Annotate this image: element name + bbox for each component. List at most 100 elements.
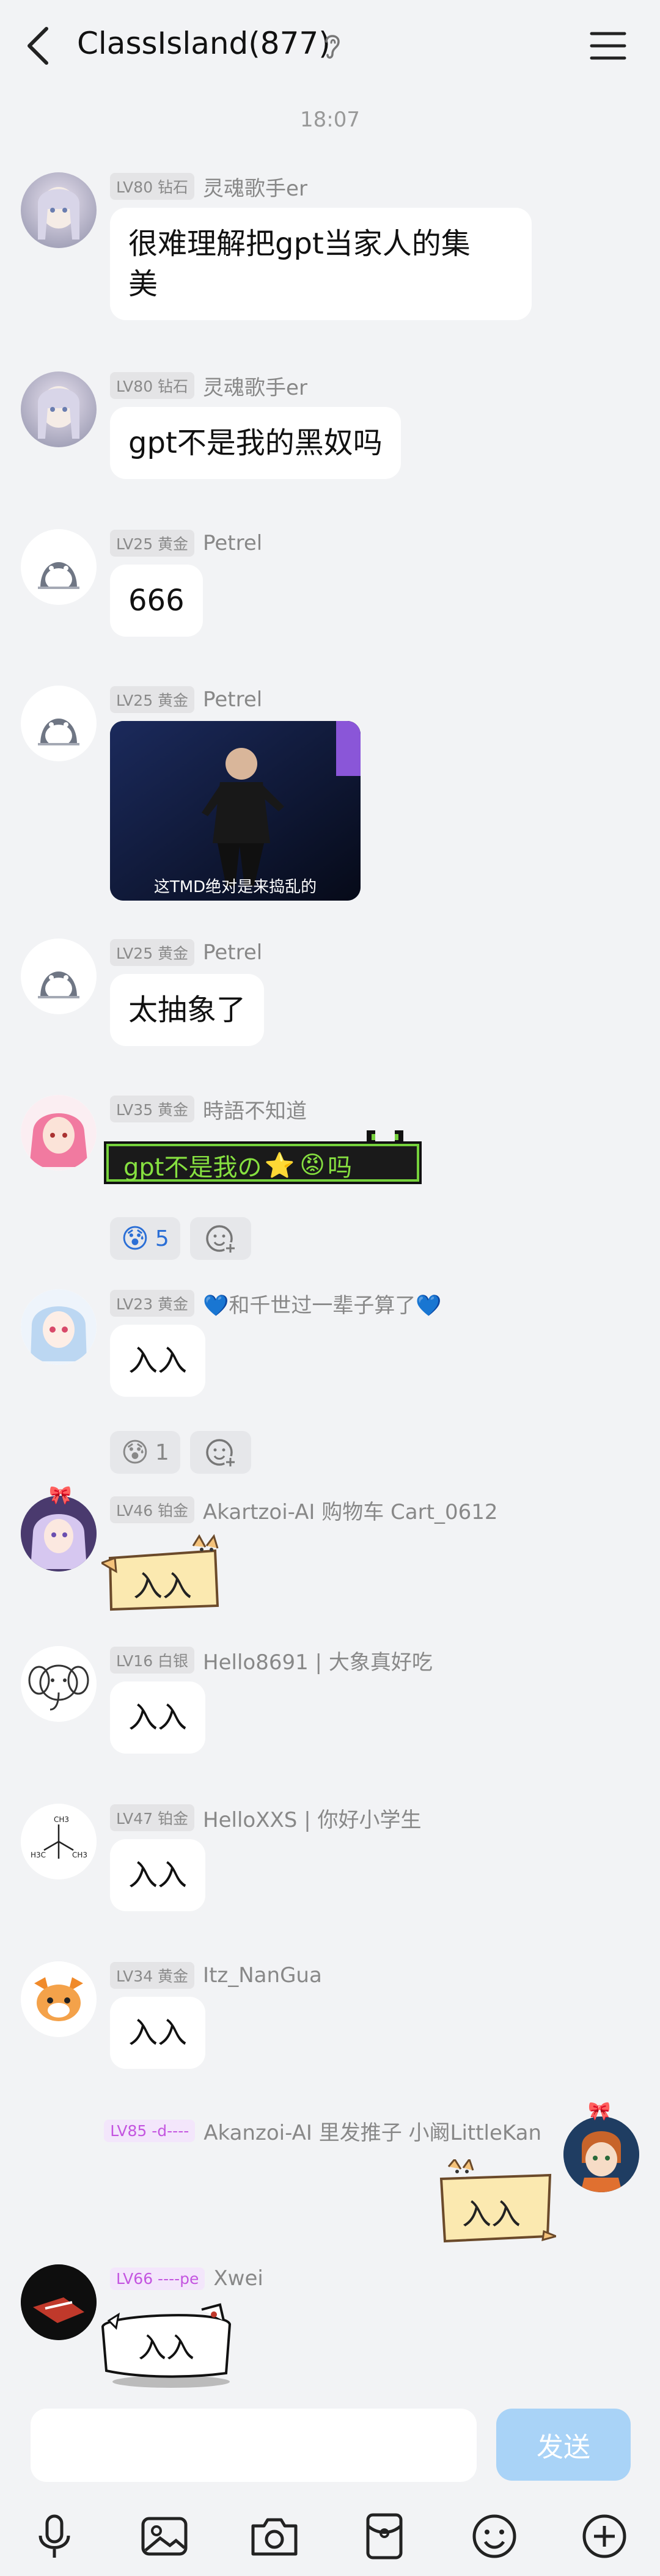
message-item: LV25 黄金 Petrel 太抽象了 bbox=[0, 939, 660, 1067]
level-badge: LV66 ----pe bbox=[110, 2267, 205, 2290]
sender-name[interactable]: Petrel bbox=[203, 531, 262, 555]
svg-text:CH3: CH3 bbox=[72, 1851, 87, 1859]
message-bubble[interactable]: 很难理解把gpt当家人的集 美 bbox=[110, 208, 532, 320]
message-bubble[interactable]: 入入 bbox=[110, 1325, 206, 1397]
sender-meta: LV25 黄金 Petrel bbox=[110, 686, 262, 714]
message-bubble[interactable]: 入入 bbox=[110, 1997, 206, 2069]
back-arrow-icon[interactable] bbox=[17, 21, 60, 70]
timestamp: 18:07 bbox=[300, 108, 360, 132]
add-reaction-button[interactable] bbox=[189, 1217, 251, 1260]
sender-name[interactable]: Akartzoi-AI 购物车 Cart_0612 bbox=[203, 1495, 497, 1525]
avatar-image bbox=[21, 1496, 97, 1572]
sender-meta: LV23 黄金 💙和千世过一辈子算了💙 bbox=[110, 1289, 442, 1319]
reaction-chip[interactable]: 😰 5 bbox=[110, 1217, 180, 1260]
elephant-avatar-image bbox=[21, 1646, 97, 1722]
bow-decoration-icon: 🎀 bbox=[588, 2101, 611, 2122]
sender-name[interactable]: Petrel bbox=[203, 687, 262, 712]
emoji-icon[interactable] bbox=[467, 2509, 522, 2564]
penguin-avatar-image bbox=[38, 719, 79, 747]
camera-icon[interactable] bbox=[247, 2509, 302, 2564]
chat-title[interactable]: ClassIsland(877) bbox=[77, 26, 331, 61]
sender-meta: LV46 铂金 Akartzoi-AI 购物车 Cart_0612 bbox=[110, 1496, 497, 1524]
message-bubble[interactable]: gpt不是我的黑奴吗 bbox=[110, 407, 401, 479]
sender-name[interactable]: Akanzoi-AI 里发推子 小阚LittleKan bbox=[204, 2116, 541, 2146]
message-item: LV16 白银 Hello8691 | 大象真好吃 入入 bbox=[0, 1646, 660, 1780]
message-item: LV23 黄金 💙和千世过一辈子算了💙 入入 😰 1 bbox=[0, 1289, 660, 1485]
level-badge: LV85 -d---- bbox=[104, 2119, 196, 2142]
message-item-self: LV85 -d---- Akanzoi-AI 里发推子 小阚LittleKan … bbox=[0, 2101, 660, 2257]
red-packet-icon[interactable] bbox=[357, 2509, 412, 2564]
avatar[interactable] bbox=[21, 2264, 97, 2340]
sticker-text-end: 吗 bbox=[327, 1154, 352, 1182]
sticker-text: gpt不是我の bbox=[123, 1154, 262, 1182]
message-item: CH3 H3C CH3 LV47 铂金 HelloXXS | 你好小学生 入入 bbox=[0, 1804, 660, 1938]
cat-sticker[interactable]: 入入 bbox=[434, 2159, 556, 2245]
avatar-image bbox=[563, 2117, 639, 2192]
sender-name[interactable]: 💙和千世过一辈子算了💙 bbox=[203, 1289, 442, 1319]
add-emoji-icon bbox=[206, 1225, 237, 1254]
message-item: LV80 钻石 灵魂歌手er gpt不是我的黑奴吗 bbox=[0, 371, 660, 500]
avatar[interactable] bbox=[21, 686, 97, 761]
avatar-image bbox=[21, 1095, 97, 1171]
avatar[interactable] bbox=[21, 529, 97, 605]
plus-icon[interactable] bbox=[577, 2509, 632, 2564]
sender-name[interactable]: Xwei bbox=[213, 2266, 263, 2291]
sticker-message[interactable]: 入入 bbox=[98, 2297, 238, 2389]
level-badge: LV23 黄金 bbox=[110, 1290, 195, 1317]
message-bubble[interactable]: 666 bbox=[110, 565, 203, 637]
avatar-image bbox=[21, 2264, 97, 2340]
sender-name[interactable]: 灵魂歌手er bbox=[203, 172, 307, 202]
cat-sticker[interactable]: 入入 bbox=[101, 1534, 224, 1613]
level-badge: LV46 铂金 bbox=[110, 1496, 195, 1523]
avatar[interactable] bbox=[21, 1961, 97, 2037]
reaction-count: 5 bbox=[155, 1226, 169, 1251]
penguin-avatar-image bbox=[38, 971, 79, 1000]
avatar[interactable] bbox=[21, 371, 97, 447]
message-bubble[interactable]: 入入 bbox=[110, 1681, 206, 1754]
fox-avatar-image bbox=[21, 1961, 97, 2037]
image-message[interactable]: 这TMD绝对是来捣乱的 bbox=[110, 721, 361, 901]
message-bubble[interactable]: 太抽象了 bbox=[110, 974, 265, 1046]
avatar[interactable] bbox=[21, 172, 97, 248]
fearful-emoji-icon: 😰 bbox=[121, 1223, 149, 1254]
sender-meta: LV34 黄金 Itz_NanGua bbox=[110, 1961, 322, 1989]
avatar[interactable] bbox=[21, 1095, 97, 1171]
sender-name[interactable]: Hello8691 | 大象真好吃 bbox=[203, 1645, 433, 1675]
image-caption: 这TMD绝对是来捣乱的 bbox=[153, 878, 317, 896]
sender-meta: LV80 钻石 灵魂歌手er bbox=[110, 172, 307, 202]
angry-emoji-icon: 😡 bbox=[299, 1151, 325, 1179]
add-reaction-button[interactable] bbox=[189, 1431, 251, 1474]
reaction-chip[interactable]: 😰 1 bbox=[110, 1431, 180, 1474]
sender-meta: LV25 黄金 Petrel bbox=[110, 939, 262, 967]
chat-header: ClassIsland(877) bbox=[0, 0, 660, 92]
message-item: LV34 黄金 Itz_NanGua 入入 bbox=[0, 1961, 660, 2096]
avatar[interactable]: CH3 H3C CH3 bbox=[21, 1804, 97, 1879]
message-input[interactable] bbox=[31, 2409, 477, 2482]
sticker-text: 入入 bbox=[133, 1569, 193, 1603]
message-bubble[interactable]: 入入 bbox=[110, 1839, 206, 1911]
avatar[interactable] bbox=[21, 1289, 97, 1365]
avatar-image bbox=[38, 386, 79, 439]
sender-name[interactable]: 時語不知道 bbox=[203, 1094, 307, 1124]
menu-icon[interactable] bbox=[587, 27, 629, 64]
sender-name[interactable]: 灵魂歌手er bbox=[203, 371, 307, 401]
sender-name[interactable]: Petrel bbox=[203, 940, 262, 965]
send-button[interactable]: 发送 bbox=[496, 2409, 631, 2481]
avatar-image bbox=[38, 187, 79, 240]
meme-image bbox=[110, 721, 361, 901]
level-badge: LV25 黄金 bbox=[110, 939, 195, 966]
level-badge: LV34 黄金 bbox=[110, 1962, 195, 1989]
avatar[interactable] bbox=[21, 1496, 97, 1572]
message-item: LV80 钻石 灵魂歌手er 很难理解把gpt当家人的集 美 bbox=[0, 172, 660, 343]
pixel-sticker[interactable]: gpt不是我の ⭐ 😡 吗 bbox=[104, 1128, 422, 1187]
image-icon[interactable] bbox=[137, 2509, 192, 2564]
avatar[interactable] bbox=[21, 939, 97, 1014]
ear-icon bbox=[325, 35, 340, 59]
avatar[interactable] bbox=[563, 2117, 639, 2192]
level-badge: LV80 钻石 bbox=[110, 372, 195, 399]
molecule-avatar-image: CH3 H3C CH3 bbox=[21, 1804, 97, 1879]
sender-name[interactable]: HelloXXS | 你好小学生 bbox=[203, 1803, 421, 1833]
avatar[interactable] bbox=[21, 1646, 97, 1722]
sender-name[interactable]: Itz_NanGua bbox=[203, 1963, 322, 1988]
microphone-icon[interactable] bbox=[27, 2509, 82, 2564]
